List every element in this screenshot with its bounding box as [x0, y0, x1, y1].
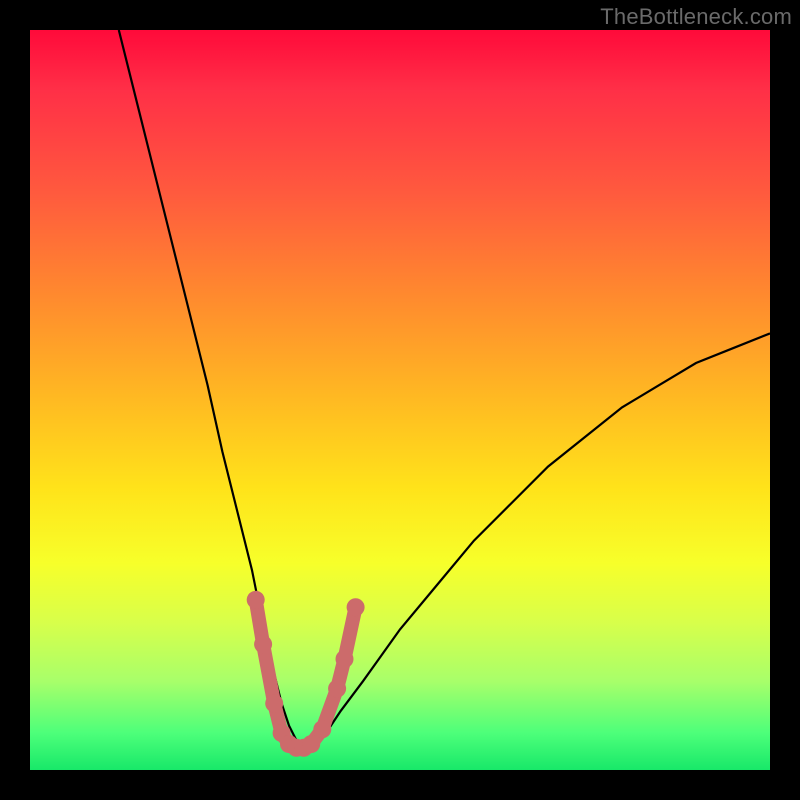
watermark-text: TheBottleneck.com [600, 4, 792, 30]
data-marker [302, 735, 320, 753]
data-marker [347, 598, 365, 616]
chart-svg [30, 30, 770, 770]
data-marker [336, 650, 354, 668]
data-marker [265, 694, 283, 712]
data-marker [313, 720, 331, 738]
data-marker [254, 635, 272, 653]
chart-plot-area [30, 30, 770, 770]
chart-frame: TheBottleneck.com [0, 0, 800, 800]
data-marker [328, 680, 346, 698]
data-marker [247, 591, 265, 609]
bottleneck-curve [119, 30, 770, 748]
marker-connector [256, 600, 356, 748]
